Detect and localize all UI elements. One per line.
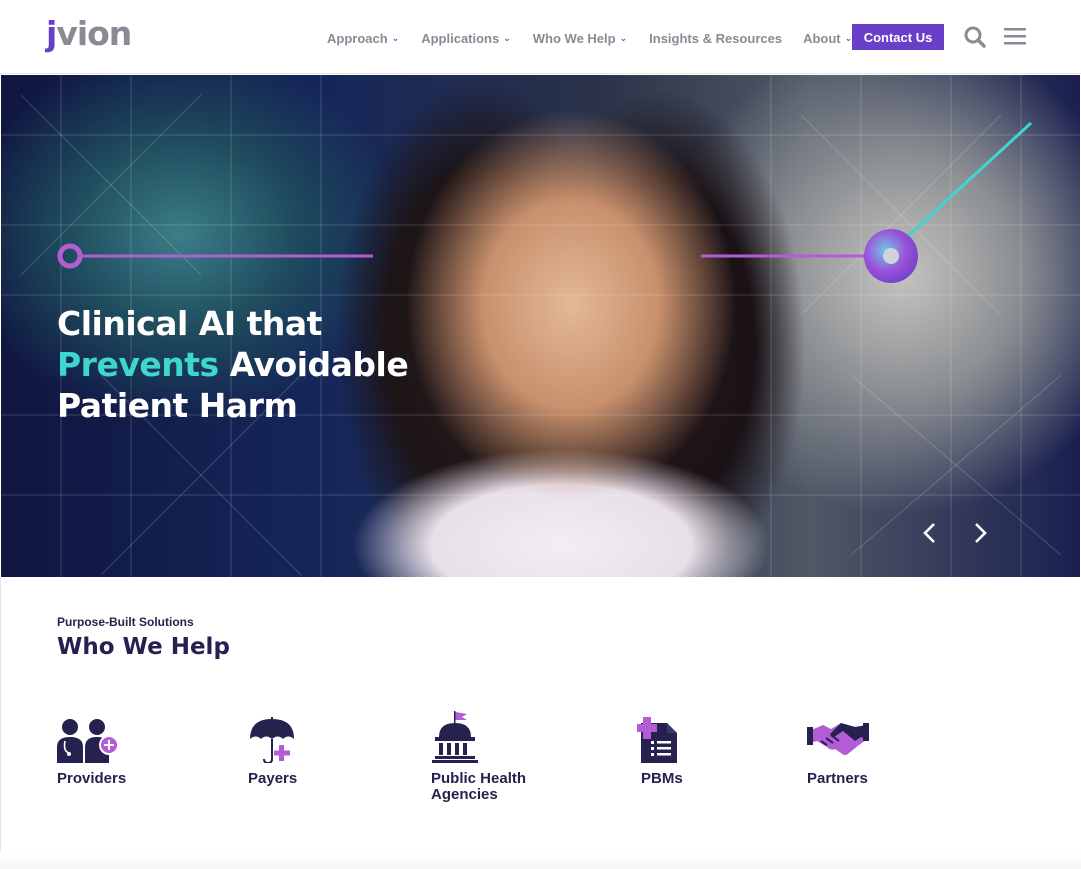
site-header: jvion Approach ⌄ Applications ⌄ Who We Hel… (0, 0, 1081, 74)
nav-about[interactable]: About ⌄ (803, 31, 852, 46)
section-bottom-fade (0, 852, 1081, 869)
who-we-help-payers[interactable]: Payers (248, 717, 297, 787)
who-we-help-public-health-agencies[interactable]: Public Health Agencies (431, 711, 541, 803)
chevron-right-icon[interactable] (965, 518, 995, 548)
who-we-help-pbms[interactable]: PBMs (637, 717, 683, 787)
chevron-down-icon: ⌄ (619, 32, 628, 43)
who-we-help-providers[interactable]: Providers (57, 717, 126, 787)
hero-headline-accent: Prevents (57, 345, 219, 384)
page-edge-divider (0, 577, 1, 869)
chevron-down-icon: ⌄ (391, 32, 400, 43)
hero-headline: Clinical AI that Prevents Avoidable Pati… (57, 304, 409, 425)
contact-us-button[interactable]: Contact Us (852, 24, 944, 50)
hamburger-menu-icon[interactable] (1002, 24, 1028, 50)
section-title: Who We Help (57, 634, 230, 660)
providers-icon (57, 719, 119, 763)
section-eyebrow: Purpose-Built Solutions (57, 615, 194, 629)
nav-who-we-help[interactable]: Who We Help ⌄ (533, 31, 627, 46)
prescription-document-icon (637, 717, 677, 763)
search-icon[interactable] (962, 24, 988, 50)
umbrella-icon (250, 717, 294, 763)
handshake-icon (807, 723, 869, 755)
chevron-left-icon[interactable] (915, 518, 945, 548)
main-nav: Approach ⌄ Applications ⌄ Who We Help ⌄ Ins… (327, 28, 852, 48)
who-we-help-partners[interactable]: Partners (807, 717, 869, 787)
government-building-icon (432, 711, 478, 763)
nav-applications[interactable]: Applications ⌄ (421, 31, 511, 46)
nav-approach[interactable]: Approach ⌄ (327, 31, 399, 46)
jvion-logo[interactable]: jvion (46, 14, 132, 54)
hero-banner: Clinical AI that Prevents Avoidable Pati… (1, 75, 1080, 577)
nav-insights-resources[interactable]: Insights & Resources (649, 31, 782, 46)
chevron-down-icon: ⌄ (503, 32, 511, 43)
